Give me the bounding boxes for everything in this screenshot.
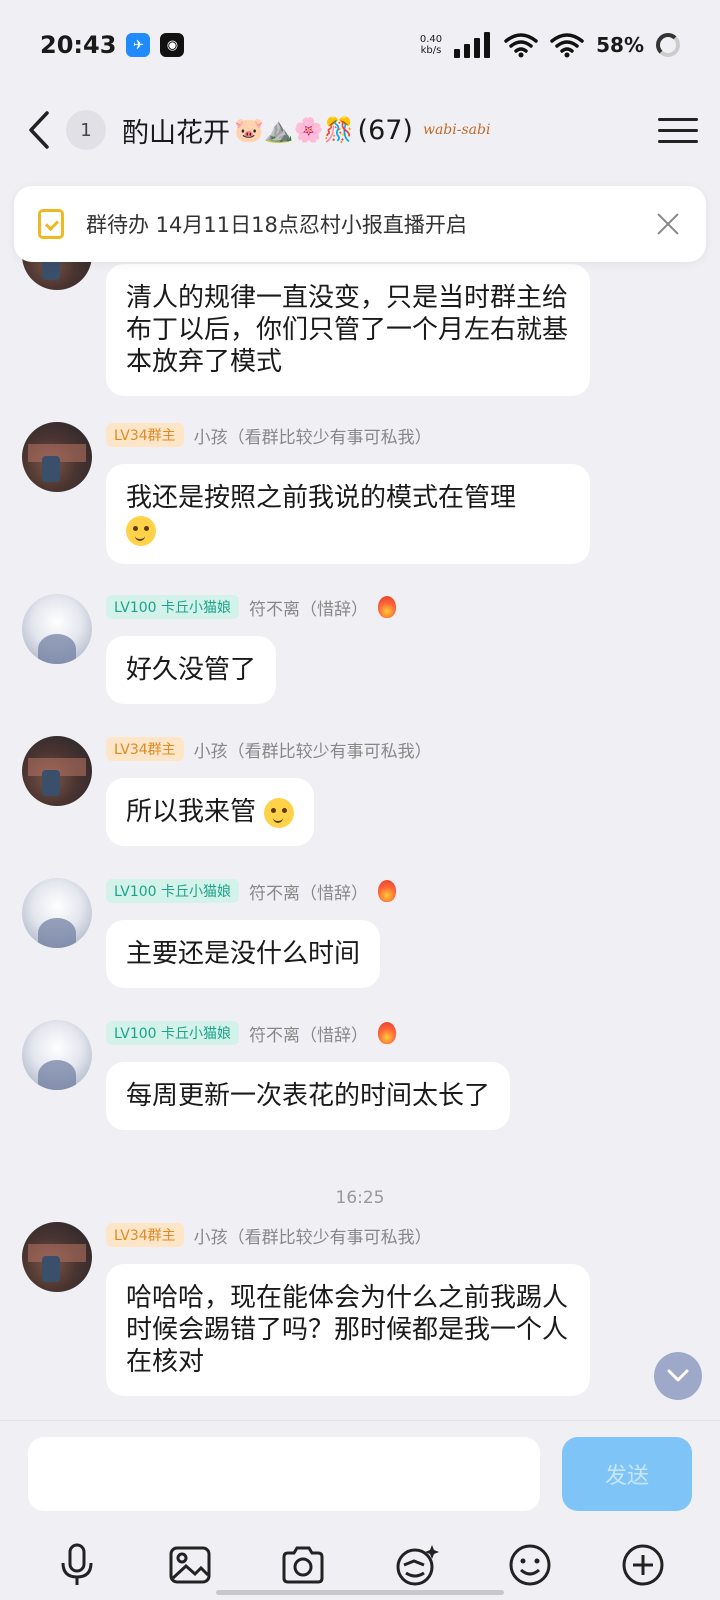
- sender-nickname[interactable]: 符不离（惜辞）: [249, 879, 368, 904]
- todo-text: 群待办 14月11日18点忍村小报直播开启: [86, 213, 467, 237]
- level-badge: LV34群主: [106, 1223, 184, 1247]
- message-bubble[interactable]: 好久没管了: [106, 636, 277, 704]
- menu-icon: [658, 117, 698, 121]
- level-badge: LV34群主: [106, 737, 184, 761]
- group-name: 酌山花开: [122, 117, 230, 149]
- message-bubble[interactable]: 哈哈哈，现在能体会为什么之前我踢人时候会踢错了吗？那时候都是我一个人在核对: [106, 1264, 590, 1396]
- member-count: (67): [357, 114, 413, 146]
- chat-header: 1 酌山花开 🐷⛰️🌸🎊 (67) wabi-sabi: [0, 90, 720, 170]
- title-emojis: 🐷⛰️🌸🎊: [234, 116, 354, 144]
- back-button[interactable]: [22, 110, 56, 150]
- message-meta: LV34群主 小孩（看群比较少有事可私我）: [106, 422, 432, 448]
- wifi-icon: [550, 33, 584, 58]
- group-title[interactable]: 酌山花开 🐷⛰️🌸🎊 (67) wabi-sabi: [122, 111, 490, 150]
- message-bubble[interactable]: 我还是按照之前我说的模式在管理: [106, 464, 590, 564]
- message-meta: LV100 卡丘小猫娘 符不离（惜辞）: [106, 1020, 397, 1046]
- message-bubble[interactable]: 清人的规律一直没变，只是当时群主给布丁以后，你们只管了一个月左右就基本放弃了模式: [106, 264, 590, 396]
- message-item: LV34群主 小孩（看群比较少有事可私我） 所以我来管: [22, 736, 662, 856]
- send-button[interactable]: 发送: [562, 1437, 692, 1511]
- menu-button[interactable]: [658, 110, 698, 150]
- app-notification-icon: ◉: [160, 33, 185, 57]
- message-item: LV100 卡丘小猫娘 符不离（惜辞） 好久没管了: [22, 594, 662, 714]
- message-bubble[interactable]: 每周更新一次表花的时间太长了: [106, 1062, 511, 1130]
- plus-icon[interactable]: [619, 1541, 667, 1589]
- message-text: 我还是按照之前我说的模式在管理: [126, 483, 517, 513]
- app-notification-icon: ✈: [126, 33, 151, 57]
- avatar[interactable]: [22, 736, 92, 806]
- message-bubble[interactable]: 主要还是没什么时间: [106, 920, 381, 988]
- sender-nickname[interactable]: 小孩（看群比较少有事可私我）: [194, 737, 432, 762]
- chevron-left-icon: [29, 111, 49, 149]
- image-icon[interactable]: [166, 1541, 214, 1589]
- emoji-icon[interactable]: [506, 1541, 554, 1589]
- message-item: LV34群主 小孩（看群比较少有事可私我） 我还是按照之前我说的模式在管理: [22, 422, 662, 567]
- message-meta: LV100 卡丘小猫娘 符不离（惜辞）: [106, 878, 397, 904]
- level-badge: LV34群主: [106, 423, 184, 447]
- message-meta: LV34群主 小孩（看群比较少有事可私我）: [106, 1222, 432, 1248]
- input-bar: 发送: [0, 1420, 720, 1600]
- sender-nickname[interactable]: 小孩（看群比较少有事可私我）: [194, 1223, 432, 1248]
- group-tag: wabi-sabi: [422, 122, 491, 138]
- level-badge: LV100 卡丘小猫娘: [106, 1021, 240, 1045]
- unread-count-badge[interactable]: 1: [66, 110, 106, 150]
- message-item: LV100 卡丘小猫娘 符不离（惜辞） 每周更新一次表花的时间太长了: [22, 1020, 662, 1140]
- sender-nickname[interactable]: 小孩（看群比较少有事可私我）: [194, 423, 432, 448]
- battery-level: 58%: [596, 33, 644, 57]
- battery-icon: [656, 33, 680, 57]
- status-bar: 20:43 ✈ ◉ 0.40 kb/s 58%: [0, 0, 720, 90]
- message-item: LV100 卡丘小猫娘 符不离（惜辞） 主要还是没什么时间: [22, 878, 662, 998]
- input-toolbar: [0, 1533, 720, 1597]
- chevron-down-icon: [667, 1369, 689, 1382]
- fire-icon: [378, 1022, 397, 1044]
- status-time: 20:43: [40, 31, 117, 59]
- scroll-to-bottom-button[interactable]: [654, 1352, 702, 1400]
- avatar[interactable]: [22, 594, 92, 664]
- avatar[interactable]: [22, 1020, 92, 1090]
- avatar[interactable]: [22, 1222, 92, 1292]
- todo-icon: [38, 209, 64, 239]
- sender-nickname[interactable]: 符不离（惜辞）: [249, 1021, 368, 1046]
- microphone-icon[interactable]: [53, 1541, 101, 1589]
- sticker-icon[interactable]: [393, 1541, 441, 1589]
- group-todo-banner[interactable]: 群待办 14月11日18点忍村小报直播开启: [14, 186, 706, 262]
- message-item: LV34群主 小孩（看群比较少有事可私我） 哈哈哈，现在能体会为什么之前我踢人时…: [22, 1222, 662, 1402]
- message-meta: LV34群主 小孩（看群比较少有事可私我）: [106, 736, 432, 762]
- fire-icon: [378, 880, 397, 902]
- camera-icon[interactable]: [279, 1541, 327, 1589]
- network-speed: 0.40 kb/s: [419, 34, 443, 56]
- home-indicator[interactable]: [216, 1590, 504, 1595]
- close-icon[interactable]: [654, 210, 682, 238]
- hug-emoji-icon: [264, 797, 295, 828]
- message-meta: LV100 卡丘小猫娘 符不离（惜辞）: [106, 594, 397, 620]
- avatar[interactable]: [22, 878, 92, 948]
- signal-icon: [454, 32, 491, 58]
- avatar[interactable]: [22, 422, 92, 492]
- sender-nickname[interactable]: 符不离（惜辞）: [249, 595, 368, 620]
- level-badge: LV100 卡丘小猫娘: [106, 879, 240, 903]
- fire-icon: [378, 596, 397, 618]
- level-badge: LV100 卡丘小猫娘: [106, 595, 240, 619]
- wifi-icon: [504, 33, 538, 58]
- time-separator: 16:25: [335, 1188, 385, 1208]
- message-text: 所以我来管: [126, 797, 257, 827]
- hug-emoji-icon: [126, 515, 156, 546]
- message-input[interactable]: [28, 1437, 540, 1511]
- message-bubble[interactable]: 所以我来管: [106, 778, 315, 846]
